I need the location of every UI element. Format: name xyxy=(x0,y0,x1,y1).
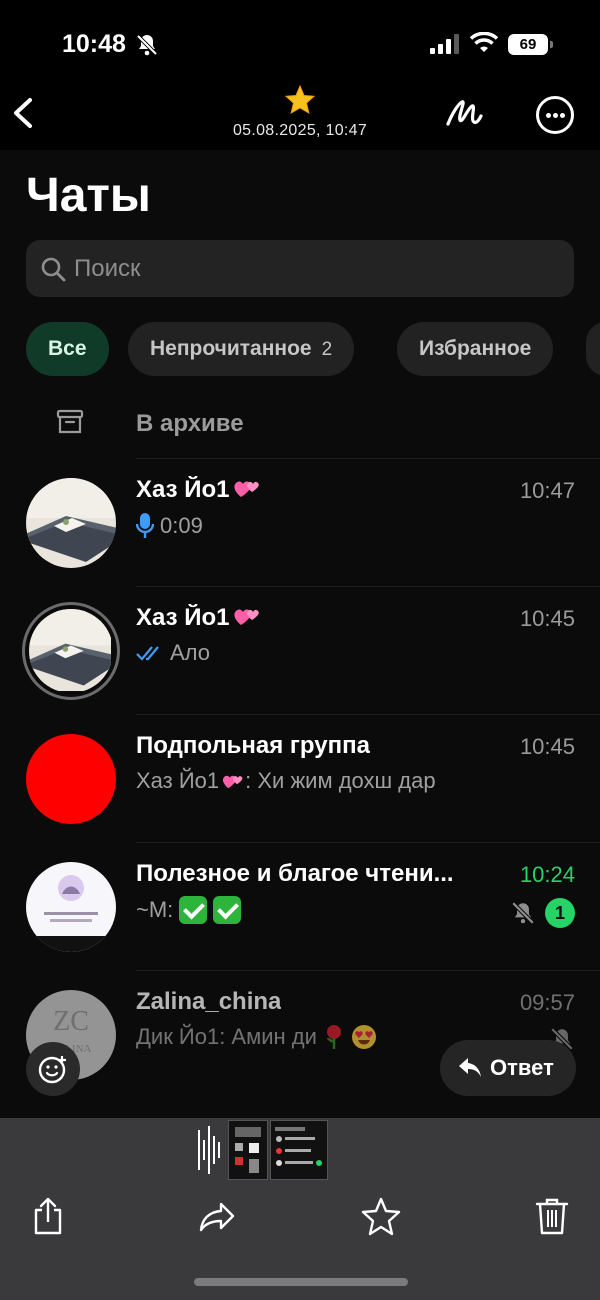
filter-chip-count: 2 xyxy=(321,339,333,360)
check-mark-emoji-icon xyxy=(213,896,242,924)
chat-time: 10:45 xyxy=(519,606,575,631)
thumbnail-selected[interactable] xyxy=(270,1120,328,1180)
chat-preview: Хаз Йо1: Хи жим дохш дар xyxy=(136,768,436,793)
chat-time: 10:47 xyxy=(519,478,575,503)
live-audio-wave-icon xyxy=(198,1126,220,1174)
cellular-signal-icon xyxy=(430,34,459,54)
muted-bell-icon xyxy=(511,901,535,925)
chat-row-haz-yo1-status[interactable]: Хаз Йо1 10:45 Ало xyxy=(0,586,600,714)
chat-row-haz-yo1[interactable]: Хаз Йо1 10:47 0:09 xyxy=(0,458,600,586)
chat-name: Zalina_china xyxy=(136,988,282,1015)
share-icon[interactable] xyxy=(30,1196,66,1236)
search-icon xyxy=(41,257,66,282)
reply-label: Ответ xyxy=(490,1055,554,1080)
home-indicator[interactable] xyxy=(194,1278,408,1286)
chat-time: 09:57 xyxy=(519,990,575,1015)
markup-pen-icon[interactable] xyxy=(444,94,484,134)
filter-chip-more[interactable] xyxy=(586,322,600,376)
two-hearts-icon xyxy=(233,481,259,497)
trash-icon[interactable] xyxy=(534,1196,570,1236)
thumbnail-strip[interactable] xyxy=(196,1120,330,1180)
channel-avatar xyxy=(26,862,116,952)
filter-chip-label: Избранное xyxy=(419,337,532,360)
filter-chip-all[interactable]: Все xyxy=(26,322,109,376)
star-outline-icon[interactable] xyxy=(361,1196,401,1236)
chat-name: Подпольная группа xyxy=(136,732,370,759)
filter-chips: Все Непрочитанное 2 Избранное xyxy=(26,322,600,376)
microphone-icon xyxy=(136,513,154,538)
unread-count-badge: 1 xyxy=(545,898,575,928)
two-hearts-icon xyxy=(223,775,243,789)
smiley-plus-icon xyxy=(38,1056,66,1084)
chat-time: 10:24 xyxy=(519,862,575,887)
group-avatar xyxy=(26,734,116,824)
chat-preview: Ало xyxy=(136,640,210,666)
sticker-button[interactable] xyxy=(26,1042,80,1096)
favorite-star-icon[interactable] xyxy=(284,84,316,116)
chat-name: Хаз Йо1 xyxy=(136,476,262,504)
filter-chip-favorites[interactable]: Избранное xyxy=(397,322,554,376)
check-mark-emoji-icon xyxy=(179,896,208,924)
photo-date: 05.08.2025, 10:47 xyxy=(232,122,368,139)
chat-time: 10:45 xyxy=(519,734,575,759)
page-title: Чаты xyxy=(26,169,151,222)
avatar xyxy=(26,478,116,568)
photo-viewer-toolbar xyxy=(0,1118,600,1300)
avatar-with-status-ring xyxy=(22,602,120,700)
chat-name: Хаз Йо1 xyxy=(136,604,262,632)
reply-arrow-icon xyxy=(459,1058,481,1077)
more-options-icon[interactable] xyxy=(536,96,574,134)
svg-text:ZC: ZC xyxy=(53,1006,89,1037)
archived-chats-row[interactable]: В архиве xyxy=(0,390,600,458)
chat-row-useful-reading[interactable]: Полезное и благое чтени... 10:24 ~М: 1 xyxy=(0,842,600,970)
chat-row-underground-group[interactable]: Подпольная группа 10:45 Хаз Йо1: Хи жим … xyxy=(0,714,600,842)
status-bar: 10:48 69 xyxy=(0,0,600,90)
chats-screen: Чаты Поиск Все Непрочитанное 2 Избранное … xyxy=(0,150,600,1118)
archive-label: В архиве xyxy=(136,410,244,437)
chat-preview: 0:09 xyxy=(136,512,203,540)
thumbnail[interactable] xyxy=(228,1120,268,1180)
forward-icon[interactable] xyxy=(197,1196,237,1236)
chat-name: Полезное и благое чтени... xyxy=(136,860,454,887)
rose-emoji-icon xyxy=(326,1025,341,1049)
heart-eyes-emoji-icon xyxy=(351,1025,376,1049)
chat-preview: Дик Йо1: Амин ди xyxy=(136,1024,377,1050)
viewer-header: 05.08.2025, 10:47 xyxy=(0,84,600,150)
search-placeholder: Поиск xyxy=(74,255,141,282)
wifi-icon xyxy=(470,32,498,52)
filter-chip-label: Все xyxy=(48,337,87,360)
filter-chip-label: Непрочитанное xyxy=(150,337,312,360)
double-check-read-icon xyxy=(136,646,159,661)
battery-indicator: 69 xyxy=(508,34,553,55)
two-hearts-icon xyxy=(233,609,259,625)
archive-box-icon xyxy=(56,409,84,434)
reply-button[interactable]: Ответ xyxy=(440,1040,576,1096)
status-time: 10:48 xyxy=(62,30,126,58)
search-input[interactable]: Поиск xyxy=(26,240,574,297)
bell-slash-icon xyxy=(136,34,158,56)
filter-chip-unread[interactable]: Непрочитанное 2 xyxy=(128,322,355,376)
chat-preview: ~М: xyxy=(136,896,242,924)
